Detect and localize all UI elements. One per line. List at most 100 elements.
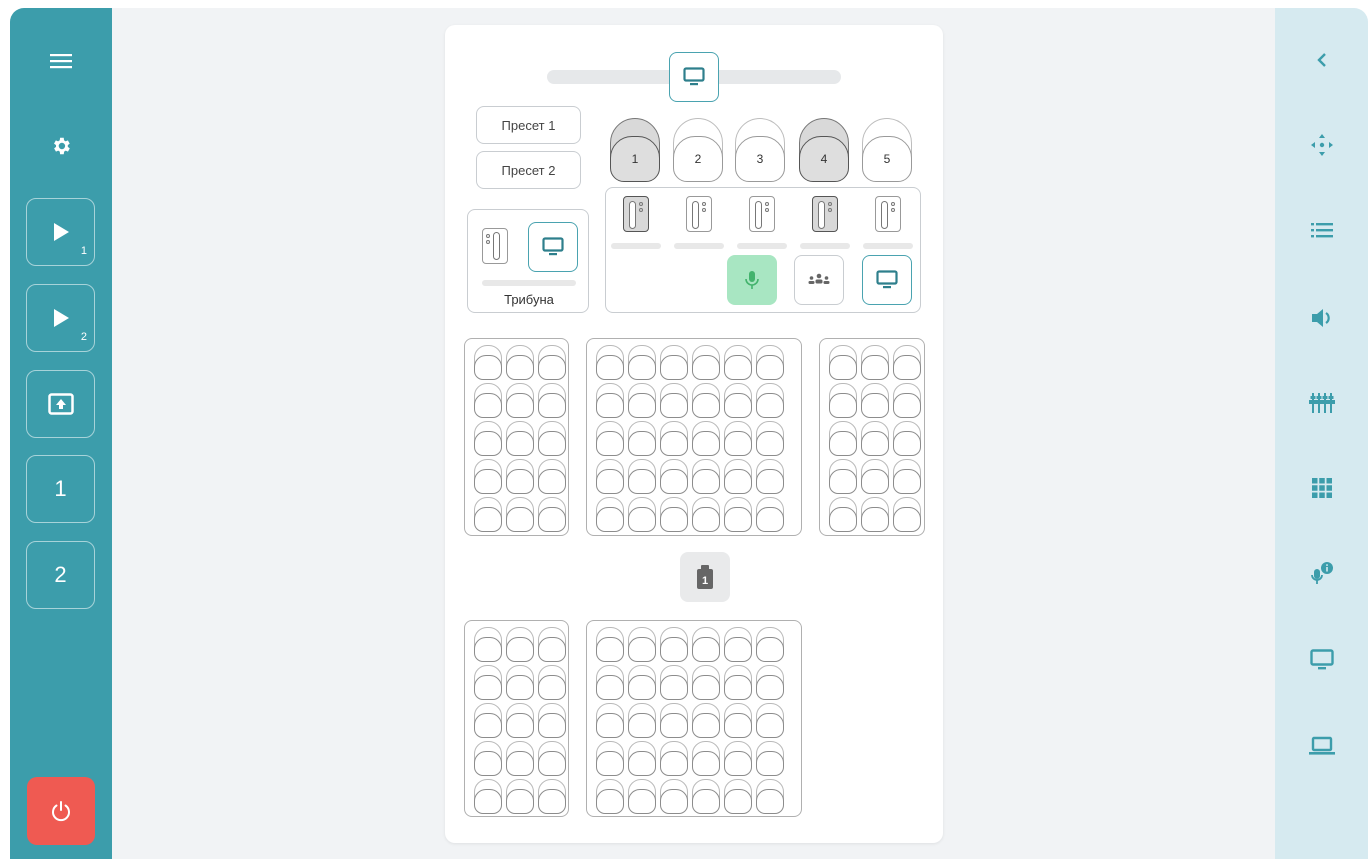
mic-info-icon[interactable]: [1275, 553, 1368, 593]
audience-seat[interactable]: [627, 421, 657, 458]
audience-seat[interactable]: [595, 345, 625, 382]
audience-seat[interactable]: [755, 459, 785, 496]
audience-seat[interactable]: [595, 421, 625, 458]
audience-seat[interactable]: [537, 345, 567, 382]
preset-2-button[interactable]: Пресет 2: [476, 151, 581, 189]
audience-seat[interactable]: [627, 665, 657, 702]
audience-seat[interactable]: [860, 497, 890, 534]
audience-seat[interactable]: [595, 383, 625, 420]
audience-seat[interactable]: [627, 497, 657, 534]
audience-seat[interactable]: [723, 665, 753, 702]
audience-seat[interactable]: [755, 665, 785, 702]
audience-seat[interactable]: [691, 627, 721, 664]
audience-seat[interactable]: [505, 741, 535, 778]
group-2-button[interactable]: 2: [26, 541, 95, 609]
audience-seat[interactable]: [505, 459, 535, 496]
play-2-button[interactable]: 2: [26, 284, 95, 352]
menu-icon[interactable]: [10, 41, 112, 81]
audience-seat[interactable]: [723, 459, 753, 496]
stage-seat-4[interactable]: 4: [799, 118, 849, 182]
audience-seat[interactable]: [659, 627, 689, 664]
audience-seat[interactable]: [537, 741, 567, 778]
audience-seat[interactable]: [627, 459, 657, 496]
audience-seat[interactable]: [537, 627, 567, 664]
audience-seat[interactable]: [860, 383, 890, 420]
audience-seat[interactable]: [473, 421, 503, 458]
audience-seat[interactable]: [537, 665, 567, 702]
audience-seat[interactable]: [892, 345, 922, 382]
chevron-left-icon[interactable]: [1275, 40, 1368, 80]
audience-seat[interactable]: [627, 779, 657, 816]
audience-seat[interactable]: [473, 459, 503, 496]
mixer-icon[interactable]: [1275, 383, 1368, 423]
audience-seat[interactable]: [505, 421, 535, 458]
audience-seat[interactable]: [723, 741, 753, 778]
gear-icon[interactable]: [10, 126, 112, 166]
audience-seat[interactable]: [755, 627, 785, 664]
tribune-screen-button[interactable]: [528, 222, 578, 272]
audience-seat[interactable]: [505, 383, 535, 420]
stage-seat-2[interactable]: 2: [673, 118, 723, 182]
audience-seat[interactable]: [473, 383, 503, 420]
stage-mic-5-icon[interactable]: [875, 196, 901, 232]
audience-seat[interactable]: [691, 383, 721, 420]
audience-seat[interactable]: [659, 383, 689, 420]
audience-seat[interactable]: [828, 345, 858, 382]
audience-seat[interactable]: [595, 703, 625, 740]
audience-seat[interactable]: [828, 459, 858, 496]
audience-seat[interactable]: [860, 459, 890, 496]
audience-seat[interactable]: [892, 497, 922, 534]
audience-seat[interactable]: [723, 497, 753, 534]
audience-seat[interactable]: [723, 345, 753, 382]
audience-seat[interactable]: [659, 703, 689, 740]
audience-seat[interactable]: [755, 345, 785, 382]
audience-seat[interactable]: [595, 459, 625, 496]
audience-seat[interactable]: [595, 497, 625, 534]
audience-seat[interactable]: [755, 497, 785, 534]
move-arrows-icon[interactable]: [1275, 125, 1368, 165]
audience-seat[interactable]: [537, 779, 567, 816]
audience-seat[interactable]: [505, 779, 535, 816]
power-button[interactable]: [27, 777, 95, 845]
stage-mic-4-icon[interactable]: [812, 196, 838, 232]
audience-seat[interactable]: [595, 779, 625, 816]
stage-mic-1-icon[interactable]: [623, 196, 649, 232]
audience-seat[interactable]: [755, 741, 785, 778]
audience-seat[interactable]: [723, 383, 753, 420]
group-1-button[interactable]: 1: [26, 455, 95, 523]
audience-seat[interactable]: [659, 497, 689, 534]
grid-icon[interactable]: [1275, 468, 1368, 508]
audience-seat[interactable]: [505, 345, 535, 382]
tribune-mic-icon[interactable]: [482, 228, 508, 264]
audience-seat[interactable]: [627, 703, 657, 740]
audience-seat[interactable]: [537, 703, 567, 740]
audience-seat[interactable]: [473, 345, 503, 382]
audience-seat[interactable]: [473, 703, 503, 740]
audience-seat[interactable]: [691, 703, 721, 740]
audience-seat[interactable]: [892, 421, 922, 458]
audience-seat[interactable]: [595, 627, 625, 664]
list-icon[interactable]: [1275, 210, 1368, 250]
audience-seat[interactable]: [659, 459, 689, 496]
audience-seat[interactable]: [537, 497, 567, 534]
audience-seat[interactable]: [755, 421, 785, 458]
audience-seat[interactable]: [473, 779, 503, 816]
preset-1-button[interactable]: Пресет 1: [476, 106, 581, 144]
audience-seat[interactable]: [828, 383, 858, 420]
audience-seat[interactable]: [473, 741, 503, 778]
audience-seat[interactable]: [627, 741, 657, 778]
play-1-button[interactable]: 1: [26, 198, 95, 266]
audience-seat[interactable]: [860, 421, 890, 458]
audience-button[interactable]: [794, 255, 844, 305]
audience-seat[interactable]: [659, 741, 689, 778]
stage-seat-1[interactable]: 1: [610, 118, 660, 182]
audience-seat[interactable]: [595, 665, 625, 702]
audience-seat[interactable]: [860, 345, 890, 382]
audience-seat[interactable]: [537, 421, 567, 458]
audience-seat[interactable]: [723, 779, 753, 816]
mic-toggle-button[interactable]: [727, 255, 777, 305]
audience-seat[interactable]: [723, 703, 753, 740]
stage-mic-3-icon[interactable]: [749, 196, 775, 232]
monitor-icon[interactable]: [1275, 640, 1368, 680]
audience-seat[interactable]: [755, 383, 785, 420]
